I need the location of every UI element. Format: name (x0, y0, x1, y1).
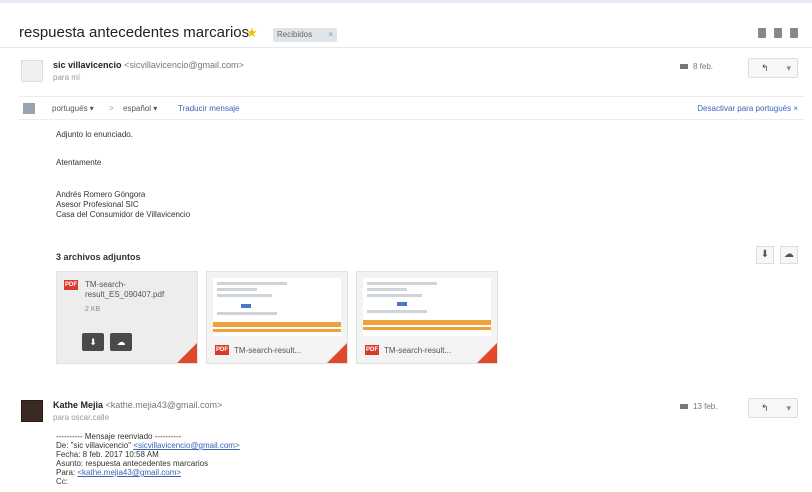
translate-icon (23, 103, 35, 114)
message-1-header[interactable]: sic villavicencio <sicvillavicencio@gmai… (0, 58, 812, 98)
attachments-title: 3 archivos adjuntos (56, 252, 141, 262)
signature-name: Andrés Romero Góngora (56, 190, 146, 199)
signature-role: Asesor Profesional SIC (56, 200, 139, 209)
top-border (0, 0, 812, 3)
expand-icon[interactable] (790, 28, 798, 38)
drive-icon[interactable]: ☁ (110, 333, 132, 351)
sender-name: Kathe Mejia (53, 400, 104, 410)
pdf-icon: PDF (365, 345, 379, 355)
recipient-line[interactable]: para mí (53, 73, 80, 82)
forwarded-cc: Cc: (56, 477, 68, 486)
label-chip-text: Recibidos (277, 30, 313, 39)
thread-subject: respuesta antecedentes marcarios (19, 24, 250, 41)
attachment-filename: TM-search-result... (384, 346, 452, 355)
thread-header: respuesta antecedentes marcarios ★ Recib… (0, 6, 812, 48)
sender: Kathe Mejia <kathe.mejia43@gmail.com> (53, 400, 222, 410)
download-icon[interactable]: ⬇ (82, 333, 104, 351)
label-chip[interactable]: Recibidos × (273, 28, 337, 42)
page-fold-icon (477, 343, 497, 363)
sender-email: <sicvillavicencio@gmail.com> (124, 60, 244, 70)
from-email-link[interactable]: <sicvillavicencio@gmail.com> (133, 441, 239, 450)
attachment-preview (363, 278, 491, 336)
to-label: Para: (56, 468, 78, 477)
print-icon[interactable] (758, 28, 766, 38)
message-time: 13 feb. (680, 402, 717, 411)
attachment-buttons: ⬇ ☁ (82, 333, 132, 351)
attachment-card[interactable]: PDF TM-search-result... (356, 271, 498, 364)
attachment-preview (213, 278, 341, 336)
sender-name: sic villavicencio (53, 60, 122, 70)
attachment-card[interactable]: PDF TM-search-result_ES_090407.pdf 2 KB … (56, 271, 198, 364)
reply-button[interactable]: ↰ ▾ (748, 398, 798, 418)
recipient-line[interactable]: para oscar.calle (53, 413, 109, 422)
to-email-link[interactable]: <kathe.mejia43@gmail.com> (77, 468, 181, 477)
disable-translate-link[interactable]: Desactivar para portugués × (697, 104, 798, 113)
avatar (21, 400, 43, 422)
more-options-icon[interactable]: ▾ (786, 403, 791, 414)
reply-button[interactable]: ↰ ▾ (748, 58, 798, 78)
label-remove-icon[interactable]: × (328, 30, 333, 39)
language-arrow: > (109, 104, 114, 113)
time-text: 13 feb. (693, 402, 718, 411)
sender: sic villavicencio <sicvillavicencio@gmai… (53, 60, 244, 70)
attachment-clip-icon (680, 64, 688, 70)
reply-icon: ↰ (761, 403, 769, 413)
new-window-icon[interactable] (774, 28, 782, 38)
from-label: De: "sic villavicencio" (56, 441, 134, 450)
more-options-icon[interactable]: ▾ (786, 63, 791, 74)
attachment-filename: TM-search-result_ES_090407.pdf (85, 280, 165, 299)
thread-actions (758, 28, 798, 38)
body-line-1: Adjunto lo enunciado. (56, 130, 133, 139)
attachment-filename: TM-search-result... (234, 346, 302, 355)
translate-bar: portugués ▾ > español ▾ Traducir mensaje… (19, 96, 804, 120)
body-line-2: Atentamente (56, 158, 102, 167)
time-text: 8 feb. (693, 62, 714, 71)
attachment-size: 2 KB (85, 306, 101, 313)
forwarded-to: Para: <kathe.mejia43@gmail.com> (56, 468, 181, 478)
pdf-icon: PDF (64, 280, 78, 290)
important-star-icon[interactable]: ★ (246, 25, 258, 41)
save-to-drive-icon[interactable]: ☁ (780, 246, 798, 264)
avatar (21, 60, 43, 82)
message-time: 8 feb. (680, 62, 713, 71)
attachment-clip-icon (680, 404, 688, 410)
attachments-actions: ⬇ ☁ (756, 246, 798, 264)
pdf-icon: PDF (215, 345, 229, 355)
page-fold-icon (327, 343, 347, 363)
translate-message-link[interactable]: Traducir mensaje (178, 104, 240, 113)
target-language-select[interactable]: español ▾ (123, 104, 157, 113)
attachment-card[interactable]: PDF TM-search-result... (206, 271, 348, 364)
page-fold-icon (177, 343, 197, 363)
source-language-select[interactable]: portugués ▾ (52, 104, 94, 113)
sender-email: <kathe.mejia43@gmail.com> (105, 400, 223, 410)
download-all-icon[interactable]: ⬇ (756, 246, 774, 264)
signature-org: Casa del Consumidor de Villavicencio (56, 210, 191, 219)
reply-icon: ↰ (761, 63, 769, 73)
signature: Andrés Romero Góngora Asesor Profesional… (56, 190, 190, 220)
